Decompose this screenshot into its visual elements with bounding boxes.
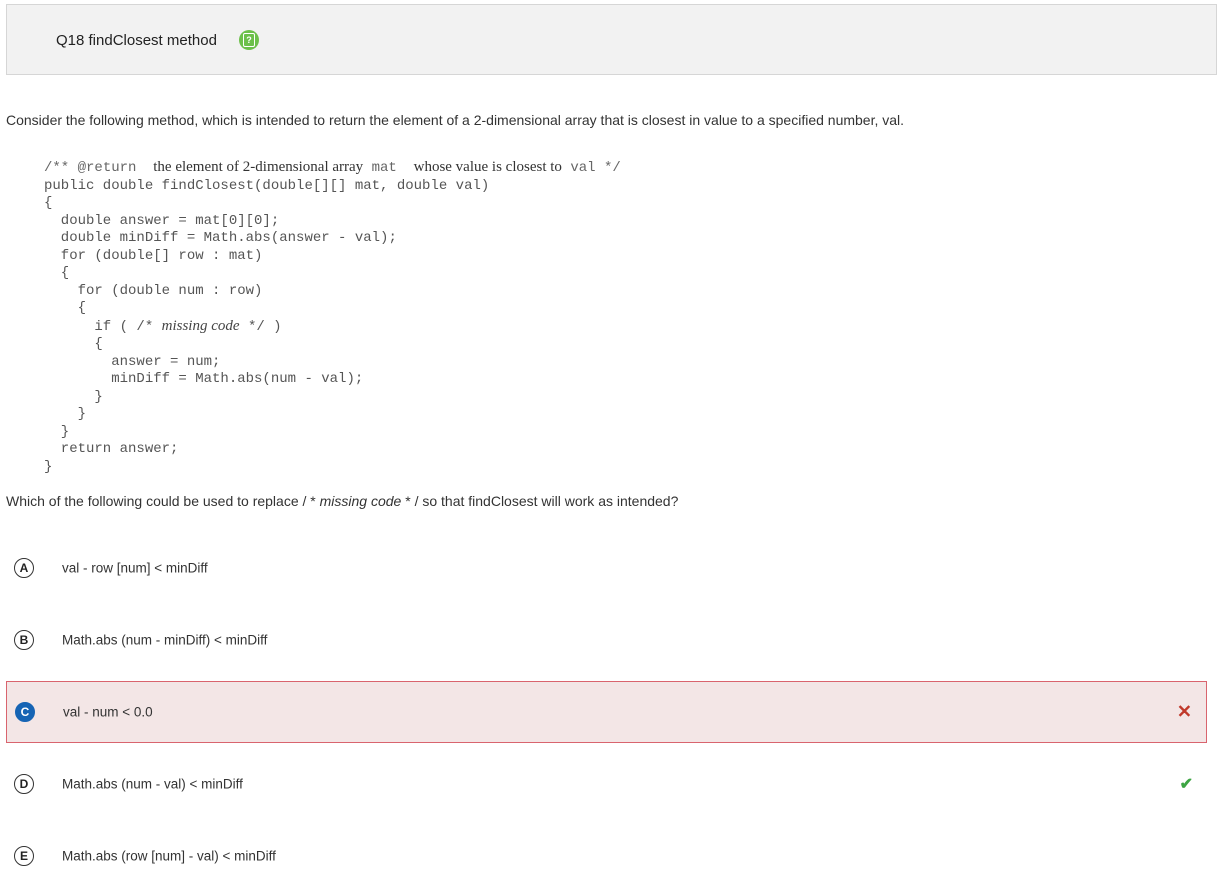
code-line: for (double num : row)	[44, 282, 263, 299]
code-line: {	[44, 195, 53, 211]
choice-letter-badge[interactable]: D	[14, 774, 34, 794]
code-line: public double findClosest(double[][] mat…	[44, 177, 490, 194]
incorrect-icon: ✕	[1176, 701, 1192, 722]
choice-letter-badge[interactable]: E	[14, 846, 34, 866]
choice-text: Math.abs (row [num] - val) < minDiff	[62, 848, 276, 864]
choice-a[interactable]: A val - row [num] < minDiff	[6, 537, 1207, 599]
code-line: }	[44, 388, 103, 405]
code-line: {	[44, 265, 70, 281]
choice-text: Math.abs (num - val) < minDiff	[62, 776, 243, 792]
choice-text: val - row [num] < minDiff	[62, 560, 208, 576]
code-line: {	[44, 336, 103, 352]
help-icon[interactable]: ?	[239, 30, 259, 50]
code-line: double minDiff = Math.abs(answer - val);	[44, 230, 397, 246]
code-line: for (double[] row : mat)	[44, 247, 263, 264]
code-line: {	[44, 300, 87, 316]
doc-comment: /** @return the element of 2-dimensional…	[44, 159, 621, 176]
correct-icon: ✔	[1179, 776, 1193, 793]
missing-code-label: missing code	[161, 317, 240, 334]
code-line: }	[44, 423, 70, 440]
choice-letter-badge[interactable]: A	[14, 558, 34, 578]
code-line: }	[44, 406, 87, 422]
code-line: }	[44, 458, 53, 475]
question-prompt: Consider the following method, which is …	[6, 112, 905, 128]
code-line-if: if ( /* missing code */ )	[44, 317, 282, 335]
code-block: /** @return the element of 2-dimensional…	[44, 159, 621, 476]
code-line: answer = num;	[44, 353, 221, 370]
choice-text: val - num < 0.0	[63, 704, 153, 720]
choice-letter-badge[interactable]: B	[14, 630, 34, 650]
question-header: Q18 findClosest method ?	[6, 4, 1217, 75]
code-line: double answer = mat[0][0];	[44, 212, 280, 229]
choice-b[interactable]: B Math.abs (num - minDiff) < minDiff	[6, 609, 1207, 671]
choice-text: Math.abs (num - minDiff) < minDiff	[62, 632, 268, 648]
choice-letter-badge[interactable]: C	[15, 702, 35, 722]
question-title: Q18 findClosest method	[56, 32, 217, 49]
question-text: Which of the following could be used to …	[6, 493, 679, 509]
code-line: minDiff = Math.abs(num - val);	[44, 371, 364, 387]
code-line: return answer;	[44, 441, 179, 457]
choice-c[interactable]: C val - num < 0.0 ✕	[6, 681, 1207, 743]
choice-d[interactable]: D Math.abs (num - val) < minDiff ✔	[6, 753, 1207, 815]
